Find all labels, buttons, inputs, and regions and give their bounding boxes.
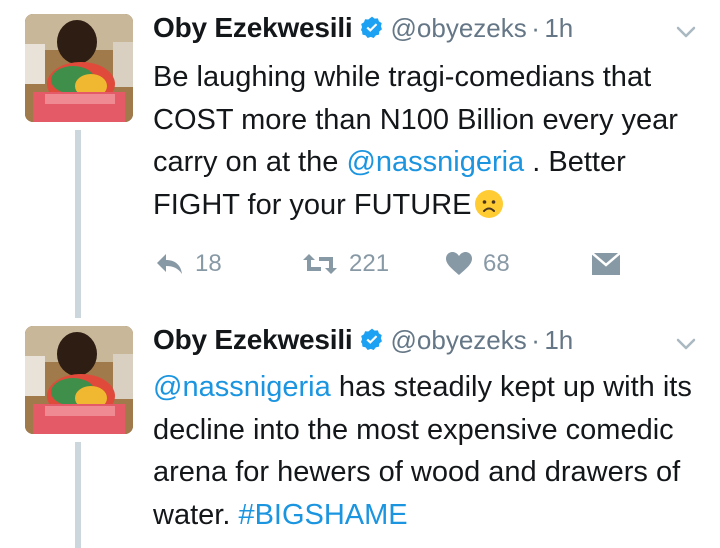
author-name[interactable]: Oby Ezekwesili <box>153 324 353 355</box>
timestamp[interactable]: 1h <box>544 13 573 43</box>
separator: · <box>531 13 540 43</box>
direct-message-button[interactable] <box>591 244 621 284</box>
reply-count: 18 <box>195 250 222 277</box>
tweet-text: Be laughing while tragi-comedians that C… <box>153 56 713 226</box>
tweet-header: Oby Ezekwesili @obyezeks · 1h <box>153 324 698 364</box>
author-name[interactable]: Oby Ezekwesili <box>153 12 353 43</box>
timestamp[interactable]: 1h <box>544 325 573 355</box>
tweet-actions: 18 221 68 <box>153 244 633 284</box>
worried-face-emoji-icon <box>474 189 503 218</box>
verified-badge-icon <box>360 328 382 350</box>
chevron-down-icon[interactable] <box>674 20 698 44</box>
avatar[interactable] <box>25 14 133 122</box>
retweet-count: 221 <box>349 250 390 277</box>
hashtag-link[interactable]: #BIGSHAME <box>238 499 407 531</box>
reply-icon <box>157 254 182 274</box>
heart-icon <box>446 252 472 275</box>
mention-link[interactable]: @nassnigeria <box>346 146 524 178</box>
avatar-image <box>25 326 133 434</box>
tweet-text: @nassnigeria has steadily kept up with i… <box>153 366 713 536</box>
like-count: 68 <box>483 250 510 277</box>
retweet-icon <box>303 254 337 274</box>
avatar[interactable] <box>25 326 133 434</box>
tweet[interactable]: Oby Ezekwesili @obyezeks · 1h @nassnigeri… <box>0 318 720 548</box>
like-button[interactable]: 68 <box>445 244 510 284</box>
tweet-header: Oby Ezekwesili @obyezeks · 1h <box>153 12 698 52</box>
thread-line <box>75 130 81 318</box>
verified-badge-icon <box>360 16 382 38</box>
separator: · <box>531 325 540 355</box>
thread-line <box>75 442 81 548</box>
avatar-image <box>25 14 133 122</box>
chevron-down-icon[interactable] <box>674 332 698 356</box>
retweet-button[interactable]: 221 <box>301 244 389 284</box>
mention-link[interactable]: @nassnigeria <box>153 371 331 403</box>
reply-button[interactable]: 18 <box>155 244 222 284</box>
tweet[interactable]: Oby Ezekwesili @obyezeks · 1h Be laughing… <box>0 0 720 318</box>
author-handle[interactable]: @obyezeks <box>391 325 527 355</box>
envelope-icon <box>591 252 621 275</box>
author-handle[interactable]: @obyezeks <box>391 13 527 43</box>
